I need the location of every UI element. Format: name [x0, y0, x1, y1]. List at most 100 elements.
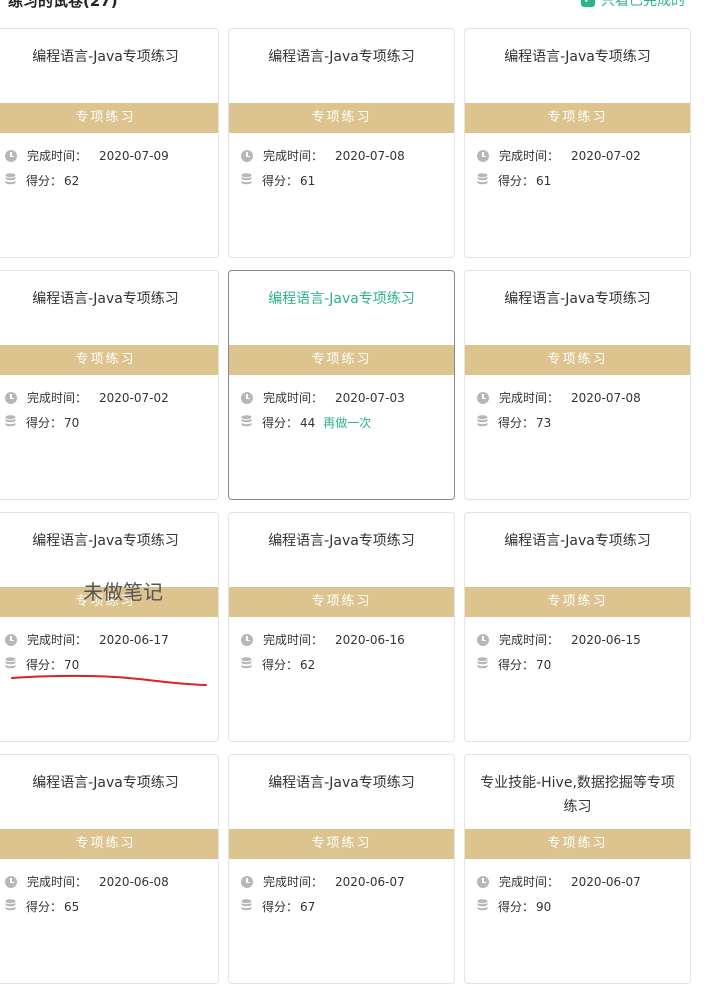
database-icon — [5, 415, 16, 430]
score-label: 得分： — [262, 658, 299, 672]
score-value: 90 — [536, 899, 552, 914]
clock-icon — [477, 875, 489, 888]
database-icon — [5, 657, 16, 672]
exam-card-title[interactable]: 编程语言-Java专项练习 — [465, 529, 690, 553]
time-label: 完成时间： — [27, 149, 88, 163]
exam-card-title[interactable]: 编程语言-Java专项练习 — [229, 529, 454, 553]
score-row: 得分： 70 — [5, 414, 79, 431]
exam-card-title[interactable]: 编程语言-Java专项练习 — [229, 287, 454, 311]
practice-type-band: 专项练习 — [229, 103, 454, 133]
completion-time: 完成时间： 2020-07-03 — [241, 389, 405, 406]
score-value: 62 — [300, 657, 316, 672]
exam-card-title[interactable]: 编程语言-Java专项练习 — [229, 45, 454, 69]
time-value: 2020-07-09 — [99, 148, 169, 163]
practice-type-band: 专项练习 — [465, 103, 690, 133]
completion-time: 完成时间： 2020-07-08 — [477, 389, 641, 406]
time-value: 2020-06-16 — [335, 632, 405, 647]
exam-card[interactable]: 专业技能-Hive,数据挖掘等专项练习 专项练习 完成时间： 2020-06-07 得分… — [464, 754, 691, 984]
exam-card-title[interactable]: 编程语言-Java专项练习 — [0, 529, 218, 553]
database-icon — [241, 899, 252, 914]
clock-icon — [241, 149, 253, 162]
retry-link[interactable]: 再做一次 — [323, 414, 371, 431]
score-value: 61 — [300, 173, 316, 188]
score-value: 70 — [64, 657, 80, 672]
exam-card-title[interactable]: 编程语言-Java专项练习 — [0, 287, 218, 311]
exam-card[interactable]: 编程语言-Java专项练习专项练习完成时间： 2020-06-15 得分： 70 — [464, 512, 691, 742]
only-done-label: 只看已完成的 — [601, 0, 685, 9]
score-row: 得分： 62 — [241, 656, 315, 673]
time-value: 2020-06-07 — [335, 874, 405, 889]
score-label: 得分： — [498, 174, 535, 188]
score-label: 得分： — [262, 900, 299, 914]
clock-icon — [5, 149, 17, 162]
exam-card-title[interactable]: 编程语言-Java专项练习 — [465, 45, 690, 69]
practice-type-band: 专项练习 — [229, 587, 454, 617]
score-row: 得分： 44 再做一次 — [241, 414, 371, 431]
database-icon — [241, 173, 252, 188]
completion-time: 完成时间： 2020-06-07 — [241, 873, 405, 890]
checkbox-icon[interactable]: ✓ — [581, 0, 595, 7]
score-row: 得分： 70 — [477, 656, 551, 673]
score-value: 65 — [64, 899, 80, 914]
time-label: 完成时间： — [27, 391, 88, 405]
exam-card-title[interactable]: 编程语言-Java专项练习 — [0, 771, 218, 795]
exam-card[interactable]: 编程语言-Java专项练习专项练习完成时间： 2020-07-02 得分： 61 — [464, 28, 691, 258]
completion-time: 完成时间： 2020-07-02 — [477, 147, 641, 164]
score-row: 得分： 65 — [5, 898, 79, 915]
time-label: 完成时间： — [499, 149, 560, 163]
time-value: 2020-06-08 — [99, 874, 169, 889]
exam-card[interactable]: 编程语言-Java专项练习 专项练习 完成时间： 2020-07-08 得分： 73 — [464, 270, 691, 500]
score-value: 44 — [300, 415, 316, 430]
time-label: 完成时间： — [499, 633, 560, 647]
score-value: 67 — [300, 899, 316, 914]
completion-time: 完成时间： 2020-07-02 — [5, 389, 169, 406]
score-label: 得分： — [262, 416, 299, 430]
only-done-filter[interactable]: ✓ 只看已完成的 — [581, 0, 685, 10]
score-value: 62 — [64, 173, 80, 188]
exam-card-title[interactable]: 专业技能-Hive,数据挖掘等专项练习 — [465, 771, 690, 819]
time-value: 2020-06-07 — [571, 874, 641, 889]
exam-card[interactable]: 编程语言-Java专项练习专项练习完成时间： 2020-06-07 得分： 67 — [228, 754, 455, 984]
exam-card-title[interactable]: 编程语言-Java专项练习 — [465, 287, 690, 311]
clock-icon — [5, 875, 17, 888]
score-value: 73 — [536, 415, 552, 430]
exam-card[interactable]: 编程语言-Java专项练习 专项练习 完成时间： 2020-07-02 得分： 70 — [0, 270, 219, 500]
time-value: 2020-06-17 — [99, 632, 169, 647]
practice-type-band: 专项练习 — [465, 587, 690, 617]
clock-icon — [5, 633, 17, 646]
score-value: 61 — [536, 173, 552, 188]
practice-type-band: 专项练习 — [465, 345, 690, 375]
exam-card[interactable]: 编程语言-Java专项练习 专项练习 完成时间： 2020-06-08 得分： 65 — [0, 754, 219, 984]
exam-card[interactable]: 编程语言-Java专项练习 专项练习 完成时间： 2020-06-17 得分： 70 — [0, 512, 219, 742]
time-value: 2020-07-02 — [99, 390, 169, 405]
score-row: 得分： 70 — [5, 656, 79, 673]
score-label: 得分： — [26, 658, 63, 672]
practice-type-band: 专项练习 — [229, 345, 454, 375]
score-label: 得分： — [498, 658, 535, 672]
score-row: 得分： 62 — [5, 172, 79, 189]
exam-card[interactable]: 编程语言-Java专项练习专项练习完成时间： 2020-07-09 得分： 62 — [0, 28, 219, 258]
time-label: 完成时间： — [263, 149, 324, 163]
time-label: 完成时间： — [499, 875, 560, 889]
handwritten-annotation: 未做笔记 — [83, 580, 163, 604]
database-icon — [241, 415, 252, 430]
time-label: 完成时间： — [27, 633, 88, 647]
completion-time: 完成时间： 2020-06-15 — [477, 631, 641, 648]
score-value: 70 — [64, 415, 80, 430]
score-label: 得分： — [26, 174, 63, 188]
practice-type-band: 专项练习 — [0, 829, 218, 859]
exam-card-title[interactable]: 编程语言-Java专项练习 — [229, 771, 454, 795]
completion-time: 完成时间： 2020-07-09 — [5, 147, 169, 164]
database-icon — [477, 173, 488, 188]
exam-card-title[interactable]: 编程语言-Java专项练习 — [0, 45, 218, 69]
time-value: 2020-07-08 — [335, 148, 405, 163]
score-label: 得分： — [26, 900, 63, 914]
practice-type-band: 专项练习 — [229, 829, 454, 859]
score-label: 得分： — [26, 416, 63, 430]
exam-card[interactable]: 编程语言-Java专项练习专项练习完成时间： 2020-07-03 得分： 44 再做一… — [228, 270, 455, 500]
exam-card[interactable]: 编程语言-Java专项练习 专项练习 完成时间： 2020-06-16 得分： 62 — [228, 512, 455, 742]
practice-type-band: 专项练习 — [0, 103, 218, 133]
score-row: 得分： 90 — [477, 898, 551, 915]
exam-card[interactable]: 编程语言-Java专项练习 专项练习 完成时间： 2020-07-08 得分： 61 — [228, 28, 455, 258]
clock-icon — [477, 391, 489, 404]
